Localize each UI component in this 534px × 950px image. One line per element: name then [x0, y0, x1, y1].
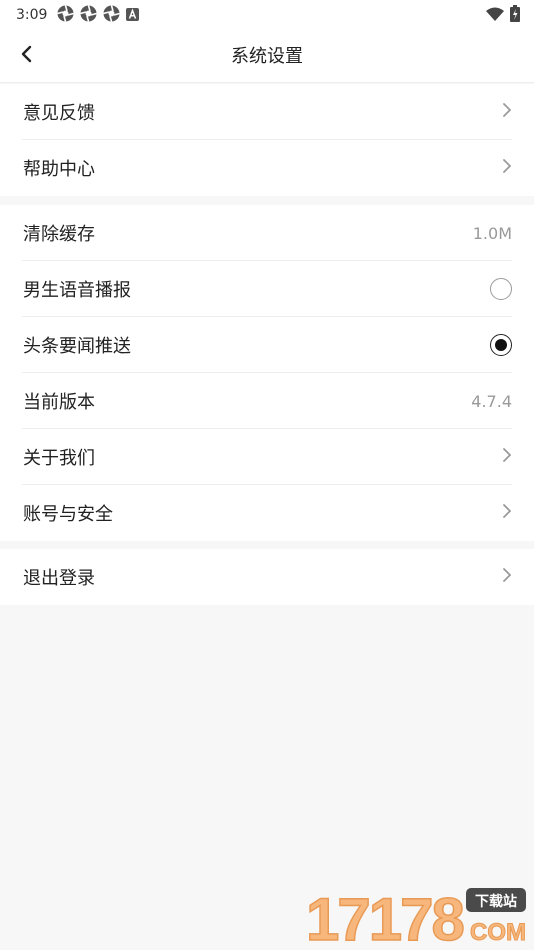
- settings-item-logout[interactable]: 退出登录: [0, 549, 534, 605]
- settings-item-account-security[interactable]: 账号与安全: [0, 485, 534, 541]
- aperture-icon: [103, 4, 121, 26]
- settings-item-clear-cache[interactable]: 清除缓存 1.0M: [0, 205, 534, 261]
- chevron-right-icon: [502, 158, 512, 178]
- settings-item-about-us[interactable]: 关于我们: [0, 429, 534, 485]
- cache-size-value: 1.0M: [472, 223, 512, 243]
- watermark-badge: 下载站: [475, 893, 517, 910]
- watermark-domain: COM: [470, 919, 526, 946]
- chevron-right-icon: [502, 567, 512, 587]
- settings-item-label: 账号与安全: [23, 504, 113, 525]
- male-voice-radio[interactable]: [490, 278, 512, 300]
- headline-push-radio[interactable]: [490, 334, 512, 356]
- status-time: 3:09: [16, 7, 48, 23]
- settings-item-label: 清除缓存: [23, 224, 95, 245]
- settings-group-logout: 退出登录: [0, 549, 534, 605]
- version-value: 4.7.4: [471, 391, 512, 411]
- settings-item-label: 关于我们: [23, 448, 95, 469]
- settings-item-headline-push[interactable]: 头条要闻推送: [0, 317, 534, 373]
- site-watermark: 17178 下载站 COM: [305, 885, 528, 950]
- settings-group-feedback: 意见反馈 帮助中心: [0, 84, 534, 196]
- settings-item-label: 意见反馈: [23, 103, 95, 124]
- a-badge-icon: [126, 6, 140, 25]
- settings-item-label: 退出登录: [23, 568, 95, 589]
- settings-item-help-center[interactable]: 帮助中心: [0, 140, 534, 196]
- settings-item-current-version: 当前版本 4.7.4: [0, 373, 534, 429]
- settings-item-male-voice-broadcast[interactable]: 男生语音播报: [0, 261, 534, 317]
- settings-item-label: 帮助中心: [23, 159, 95, 180]
- settings-group-general: 清除缓存 1.0M 男生语音播报 头条要闻推送 当前版本 4.7.4 关于我们: [0, 205, 534, 541]
- chevron-right-icon: [502, 102, 512, 122]
- status-right-icons: [486, 4, 520, 26]
- battery-icon: [510, 4, 520, 26]
- watermark-numbers: 17178: [306, 886, 463, 946]
- settings-item-label: 男生语音播报: [23, 280, 131, 301]
- wifi-icon: [486, 6, 504, 25]
- top-app-bar: 系统设置: [0, 30, 534, 83]
- settings-item-feedback[interactable]: 意见反馈: [0, 84, 534, 140]
- settings-item-label: 当前版本: [23, 392, 95, 413]
- settings-item-label: 头条要闻推送: [23, 336, 131, 357]
- chevron-right-icon: [502, 447, 512, 467]
- page-title: 系统设置: [231, 46, 303, 67]
- radio-selected-dot: [495, 339, 507, 351]
- aperture-icon: [57, 4, 75, 26]
- aperture-icon: [80, 4, 98, 26]
- chevron-right-icon: [502, 503, 512, 523]
- status-bar: 3:09: [0, 0, 534, 30]
